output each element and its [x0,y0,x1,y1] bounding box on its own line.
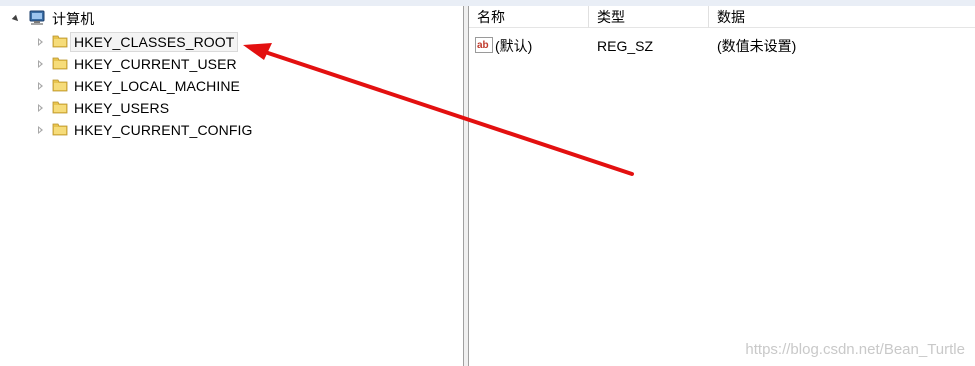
tree-item-hkey-users[interactable]: HKEY_USERS [36,97,169,119]
tree-item-hkey-current-user[interactable]: HKEY_CURRENT_USER [36,53,237,75]
tree-item-label: HKEY_LOCAL_MACHINE [74,78,240,94]
value-type: REG_SZ [597,38,654,54]
value-name: (默认) [495,38,533,54]
tree-item-hkey-current-config[interactable]: HKEY_CURRENT_CONFIG [36,119,252,141]
registry-tree-pane[interactable]: 计算机 HKEY_CLASSES_ROOT HKEY_CURRENT_USER [0,6,463,366]
collapse-arrow-icon[interactable] [12,14,22,24]
registry-values-pane[interactable]: 名称 类型 数据 ab (默认) REG_SZ (数值未设置) https://… [469,6,975,366]
folder-icon [52,121,68,140]
folder-icon [52,99,68,118]
expand-arrow-icon[interactable] [36,81,46,91]
tree-item-label: HKEY_USERS [74,100,170,116]
tree-item-label: HKEY_CURRENT_CONFIG [74,122,253,138]
column-header-data[interactable]: 数据 [709,6,975,28]
column-header-label: 类型 [597,8,625,25]
value-data-cell: (数值未设置) [717,36,796,56]
column-header-type[interactable]: 类型 [589,6,709,28]
value-data: (数值未设置) [717,38,797,54]
computer-icon [28,10,46,29]
expand-arrow-icon[interactable] [36,37,46,47]
column-header-label: 名称 [477,8,505,25]
value-type-cell: REG_SZ [597,36,653,56]
column-header-label: 数据 [717,8,745,25]
folder-icon [52,55,68,74]
expand-arrow-icon[interactable] [36,125,46,135]
column-header-name[interactable]: 名称 [469,6,589,28]
tree-item-label: HKEY_CURRENT_USER [74,56,237,72]
tree-root-computer[interactable]: 计算机 [12,8,94,30]
folder-icon [52,33,68,52]
tree-item-hkey-local-machine[interactable]: HKEY_LOCAL_MACHINE [36,75,240,97]
value-row[interactable]: ab (默认) REG_SZ (数值未设置) [469,36,975,56]
svg-text:ab: ab [477,40,489,51]
registry-editor-window: 计算机 HKEY_CLASSES_ROOT HKEY_CURRENT_USER [0,0,975,366]
tree-root-label: 计算机 [52,11,95,27]
folder-icon [52,77,68,96]
tree-item-label: HKEY_CLASSES_ROOT [70,32,239,52]
string-value-icon: ab [475,36,493,56]
watermark-text: https://blog.csdn.net/Bean_Turtle [745,341,965,358]
value-name-cell: ab (默认) [475,36,532,56]
expand-arrow-icon[interactable] [36,59,46,69]
expand-arrow-icon[interactable] [36,103,46,113]
tree-item-hkey-classes-root[interactable]: HKEY_CLASSES_ROOT [36,31,239,53]
